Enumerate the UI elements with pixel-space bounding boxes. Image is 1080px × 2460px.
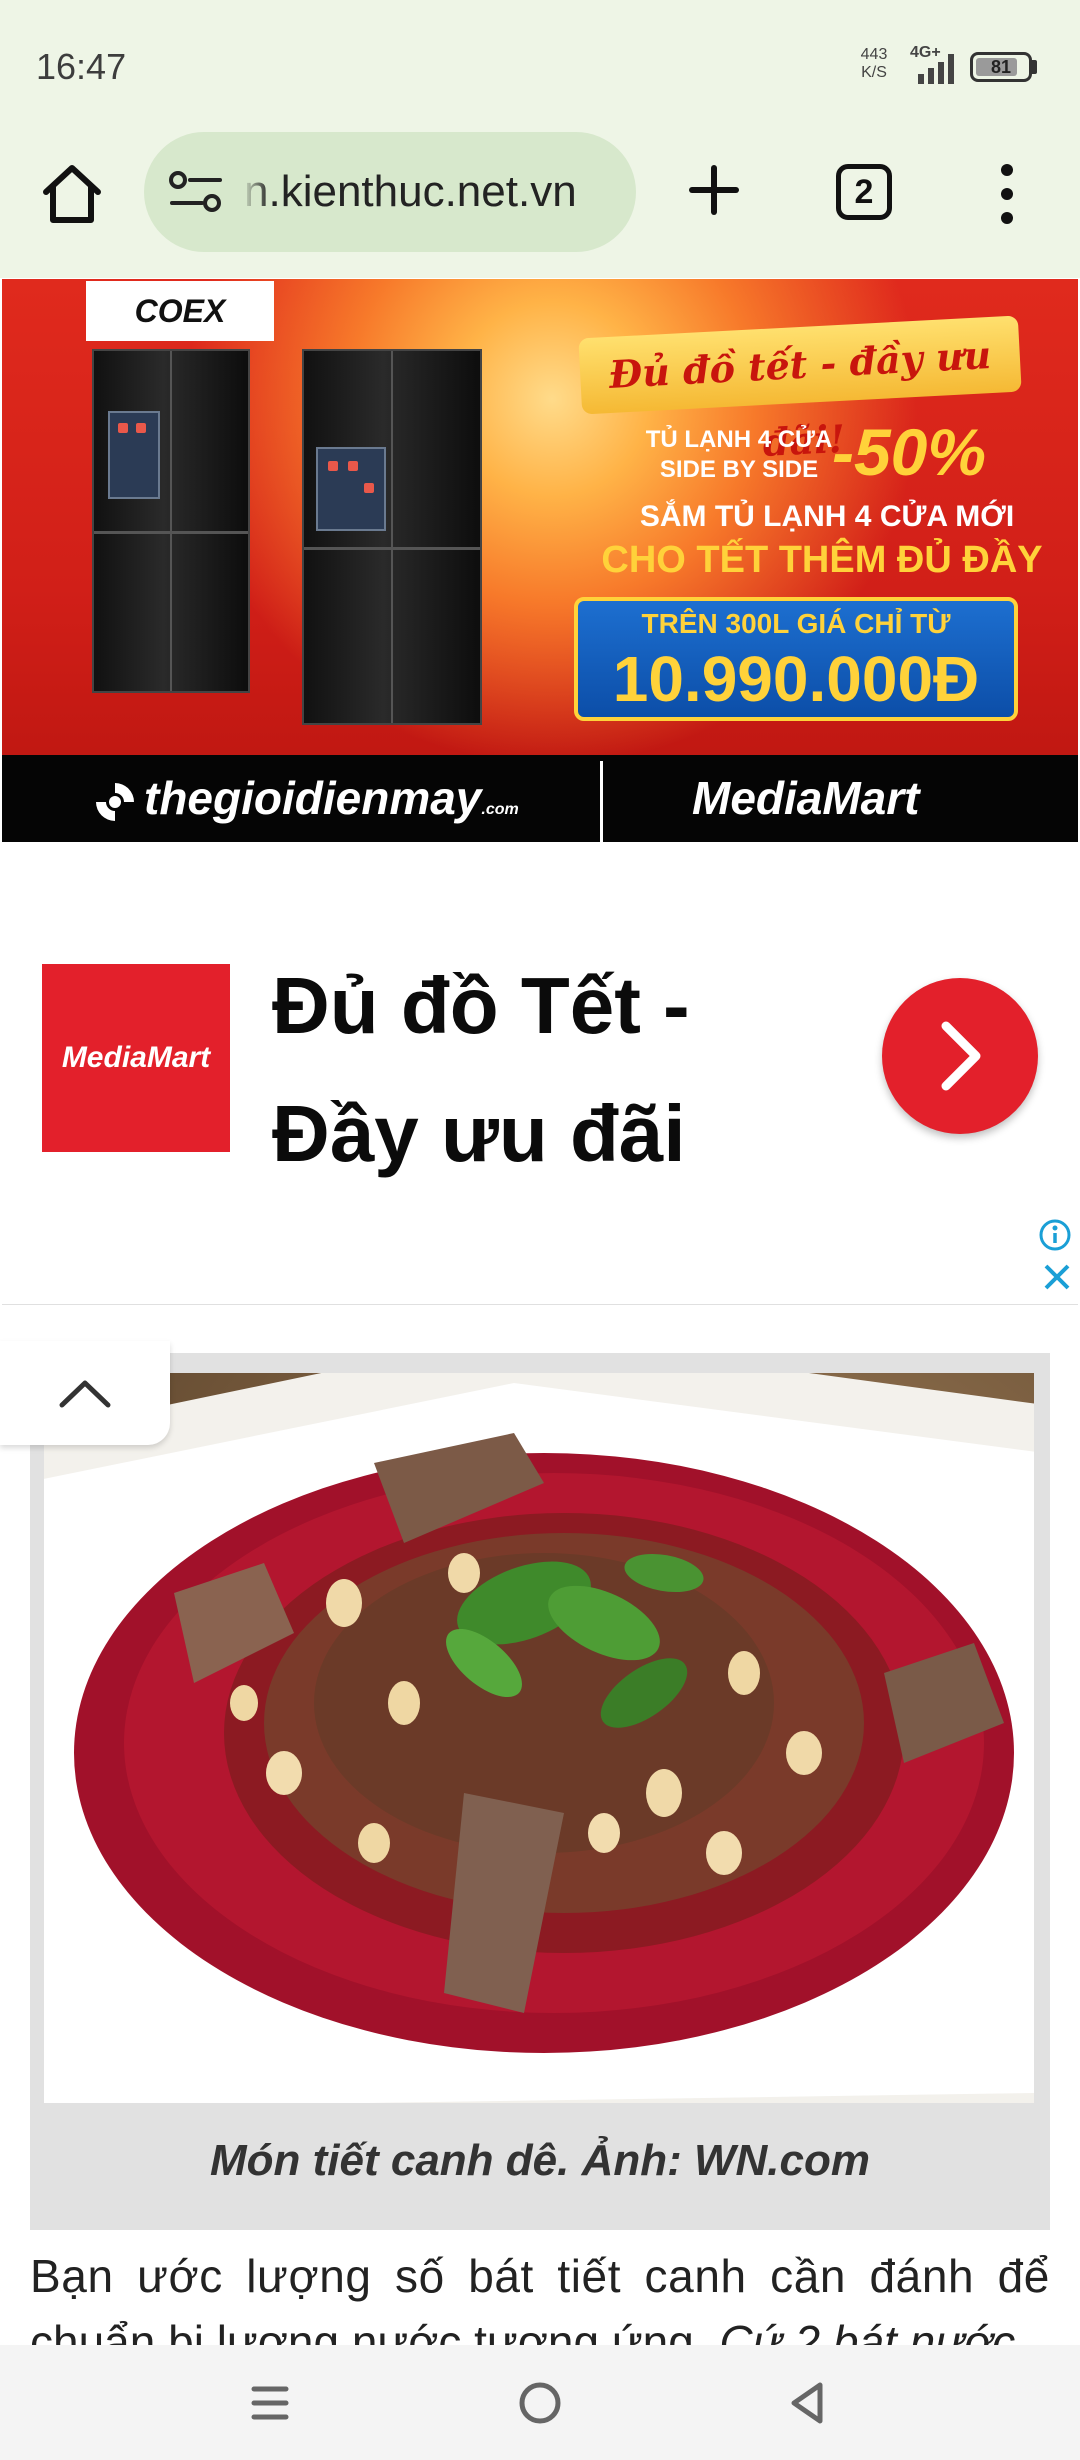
- network-speed-value: 443: [860, 46, 888, 63]
- back-button[interactable]: [780, 2373, 840, 2433]
- tab-switcher-button[interactable]: 2: [836, 164, 892, 220]
- thegioidienmay-suffix: .com: [481, 801, 519, 818]
- menu-icon: [251, 2386, 289, 2420]
- menu-dot: [1001, 164, 1013, 176]
- network-speed: 443 K/S: [856, 46, 892, 82]
- thegioidienmay-text: thegioidienmay: [144, 772, 482, 824]
- mediamart-ad-logo: MediaMart: [42, 964, 230, 1152]
- battery-tip: [1032, 60, 1037, 74]
- ad-headline-line1: Đủ đồ Tết -: [272, 961, 690, 1050]
- battery-icon: 81: [970, 52, 1032, 82]
- signal-strength-icon: 4G+: [910, 44, 964, 86]
- site-settings-icon[interactable]: [168, 170, 224, 214]
- swirl-icon: [96, 782, 134, 821]
- back-triangle-icon: [791, 2382, 823, 2424]
- ad-info-icon[interactable]: [1038, 1218, 1072, 1252]
- retailer-separator: [600, 761, 603, 842]
- ad-headline[interactable]: Đủ đồ Tết - Đầy ưu đãi: [272, 942, 832, 1198]
- promo-line1: TỦ LẠNH 4 CỬA: [645, 426, 833, 453]
- fridge-seam: [304, 547, 480, 550]
- home-circle-icon: [519, 2382, 561, 2424]
- thegioidienmay-logo: thegioidienmay.com: [92, 765, 552, 831]
- price-label: TRÊN 300L GIÁ CHỈ TỪ: [641, 608, 951, 639]
- price-box: TRÊN 300L GIÁ CHỈ TỪ 10.990.000Đ: [574, 597, 1018, 721]
- fridge-seam: [170, 351, 172, 691]
- more-options-button[interactable]: [996, 164, 1020, 224]
- status-time: 16:47: [36, 46, 127, 87]
- system-navigation-bar: [0, 2345, 1080, 2460]
- promo-line3: SẮM TỦ LẠNH 4 CỬA MỚI: [639, 500, 1015, 533]
- fridge-image-left: [92, 349, 250, 693]
- home-nav-button[interactable]: [510, 2373, 570, 2433]
- fridge-image-right: [302, 349, 482, 725]
- chevron-right-icon: [941, 1021, 981, 1091]
- menu-dot: [1001, 188, 1013, 200]
- blood-pudding-dish-image: [44, 1373, 1034, 2103]
- browser-top-chrome: 16:47 443 K/S 4G+ 81 n.kienthuc.net.vn 2: [0, 0, 1080, 278]
- article-paragraph-line2-italic: Cứ 2 bát nước: [719, 2316, 1016, 2345]
- article-figure: Món tiết canh dê. Ảnh: WN.com: [30, 1353, 1050, 2230]
- fridge-seam: [94, 531, 248, 534]
- network-speed-unit: K/S: [861, 64, 887, 81]
- new-tab-button[interactable]: [686, 162, 742, 218]
- fridge-screen: [316, 447, 386, 531]
- coex-logo: COEX: [86, 281, 274, 341]
- ad-close-icon[interactable]: [1042, 1262, 1072, 1292]
- image-caption: Món tiết canh dê. Ảnh: WN.com: [210, 2136, 870, 2185]
- fridge-seam: [391, 351, 393, 723]
- menu-dot: [1001, 212, 1013, 224]
- article-content: Món tiết canh dê. Ảnh: WN.com Bạn ước lư…: [0, 1305, 1080, 2345]
- ad-open-button[interactable]: [882, 978, 1038, 1134]
- mediamart-logo: MediaMart: [692, 772, 920, 824]
- plus-icon: [689, 165, 739, 215]
- promo-discount: -50%: [832, 415, 987, 489]
- screen-dot: [136, 423, 146, 433]
- retailer-strip: thegioidienmay.com MediaMart: [2, 755, 1078, 842]
- promo-line4: CHO TẾT THÊM ĐỦ ĐẦY: [601, 539, 1043, 581]
- screen-dot: [118, 423, 128, 433]
- screen-dot: [364, 483, 374, 493]
- article-paragraph-line2-start: chuẩn bị lượng nước tương ứng.: [30, 2316, 707, 2345]
- home-icon: [43, 165, 101, 223]
- screen-dot: [348, 461, 358, 471]
- screen-dot: [328, 461, 338, 471]
- fridge-screen: [108, 411, 160, 499]
- promo-line2: SIDE BY SIDE: [659, 456, 819, 483]
- ad-headline-line2: Đầy ưu đãi: [272, 1089, 686, 1178]
- battery-level: 81: [990, 57, 1012, 77]
- banner-ad[interactable]: COEX Đủ đồ tết - đầy ưu đãi! TỦ LẠNH 4 C…: [2, 279, 1078, 842]
- article-paragraph-line1: Bạn ước lượng số bát tiết canh cần đánh …: [30, 2250, 1050, 2302]
- address-bar[interactable]: n.kienthuc.net.vn: [144, 132, 636, 252]
- chevron-up-icon: [59, 1380, 111, 1408]
- url-text[interactable]: n.kienthuc.net.vn: [244, 164, 624, 220]
- price-value: 10.990.000Đ: [612, 643, 980, 715]
- article-image[interactable]: [44, 1373, 1034, 2103]
- native-ad[interactable]: MediaMart Đủ đồ Tết - Đầy ưu đãi: [2, 842, 1078, 1307]
- article-paragraph-line2: chuẩn bị lượng nước tương ứng. Cứ 2 bát …: [30, 2309, 1050, 2345]
- collapse-ad-button[interactable]: [0, 1341, 170, 1445]
- url-fade: [242, 162, 270, 222]
- promo-product-type: TỦ LẠNH 4 CỬA SIDE BY SIDE: [634, 425, 844, 485]
- home-button[interactable]: [38, 160, 106, 228]
- recent-apps-button[interactable]: [240, 2373, 300, 2433]
